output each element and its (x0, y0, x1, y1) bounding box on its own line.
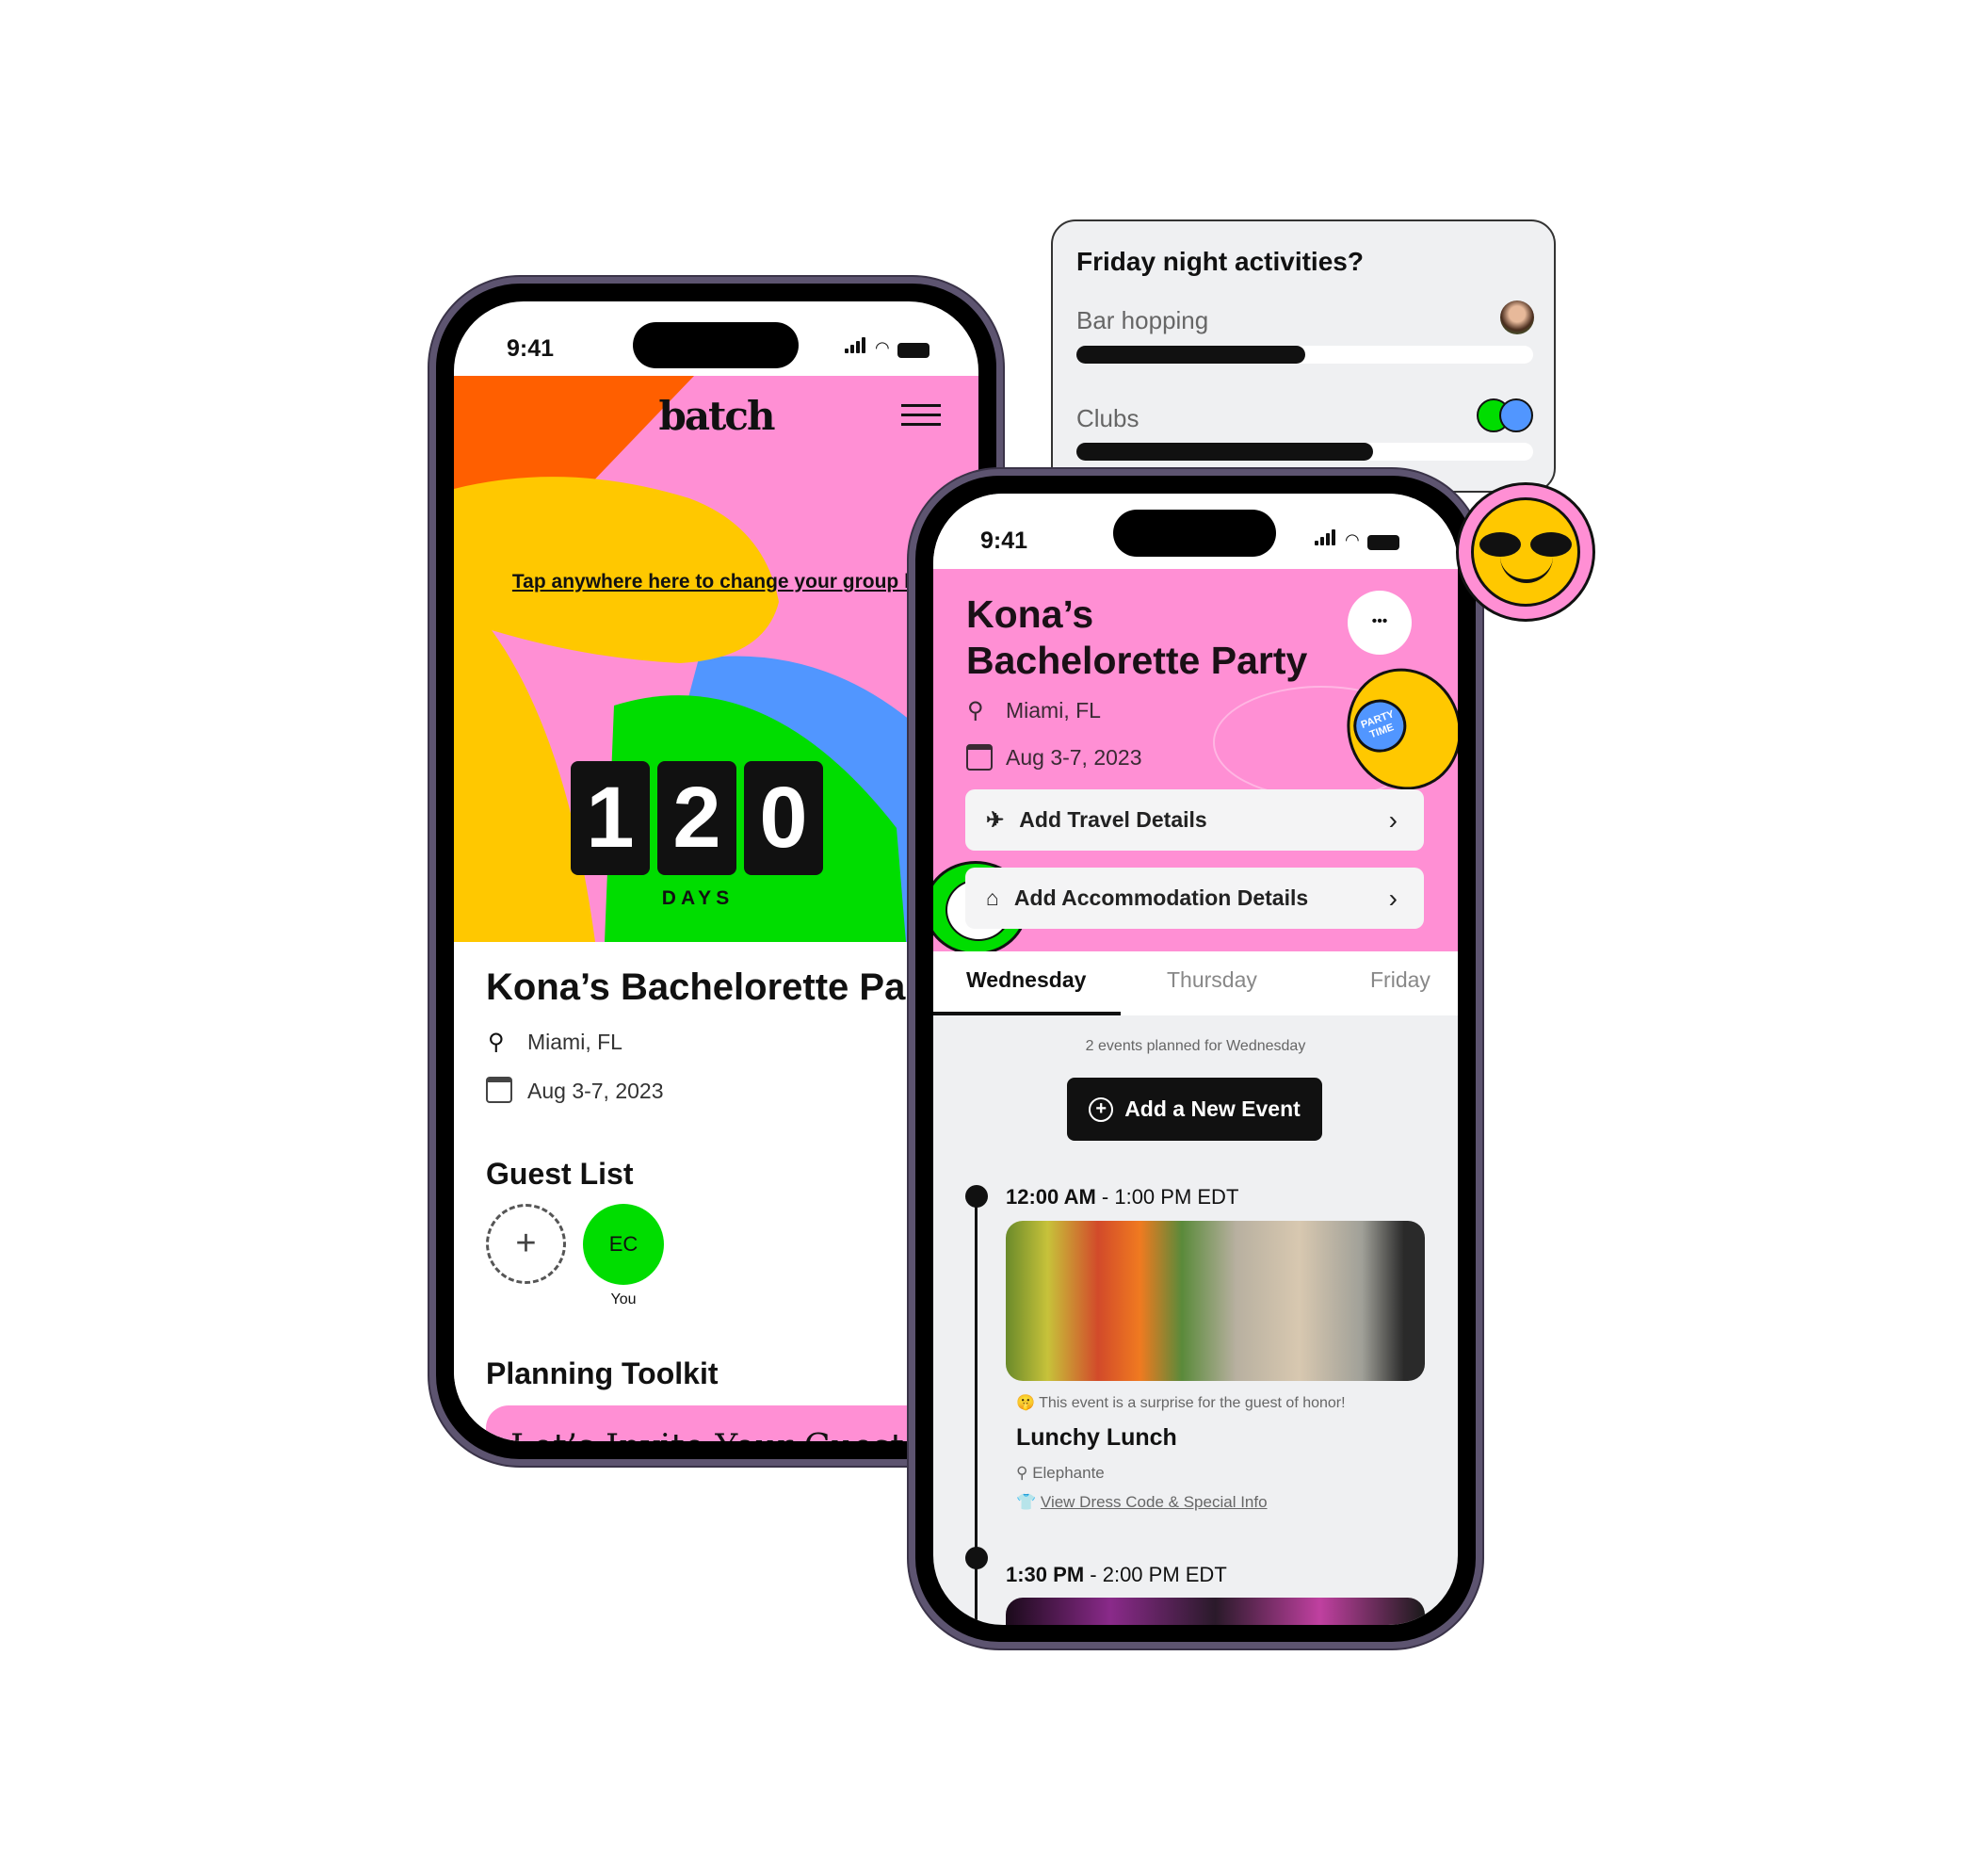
add-guest-button[interactable]: + (486, 1204, 566, 1284)
trip-title: Kona’s Bachelorette Party (966, 593, 1308, 682)
status-icons: ◠ (845, 337, 929, 358)
battery-icon (897, 343, 929, 358)
event-time: 12:00 AM - 1:00 PM EDT (1006, 1185, 1239, 1209)
poll-option-label[interactable]: Clubs (1076, 404, 1139, 433)
status-icons: ◠ (1315, 529, 1399, 550)
add-accommodation-details-label: Add Accommodation Details (1013, 885, 1309, 910)
voter-avatar (1500, 300, 1534, 334)
countdown-digit: 1 (571, 761, 650, 875)
tab-thursday[interactable]: Thursday (1167, 967, 1257, 993)
trip-dates: Aug 3-7, 2023 (527, 1079, 664, 1103)
add-new-event-button[interactable]: + Add a New Event (1067, 1078, 1322, 1141)
wifi-icon: ◠ (875, 338, 890, 357)
planning-toolkit-heading: Planning Toolkit (486, 1356, 719, 1390)
poll-bar-fill (1076, 443, 1374, 461)
shirt-icon: 👕 (1016, 1493, 1037, 1511)
battery-icon (1366, 535, 1399, 550)
calendar-icon (486, 1077, 512, 1103)
trip-dates: Aug 3-7, 2023 (1006, 745, 1142, 770)
more-options-button[interactable]: ••• (1348, 591, 1412, 655)
signal-icon (845, 337, 867, 358)
batch-logo[interactable]: batch (454, 393, 978, 439)
dynamic-island (633, 322, 799, 368)
add-travel-details-label: Add Travel Details (1019, 807, 1207, 832)
dynamic-island (1113, 510, 1276, 557)
timeline-dot (965, 1185, 988, 1208)
countdown: 1 2 0 (571, 761, 825, 875)
add-new-event-label: Add a New Event (1124, 1096, 1301, 1121)
status-time: 9:41 (507, 335, 555, 362)
events-summary: 2 events planned for Wednesday (1085, 1038, 1306, 1054)
tab-wednesday[interactable]: Wednesday (966, 967, 1086, 993)
plus-circle-icon: + (1089, 1096, 1114, 1122)
countdown-digit: 0 (744, 761, 823, 875)
poll-question: Friday night activities? (1076, 247, 1364, 276)
chevron-right-icon: › (1388, 804, 1398, 835)
trip-summary-card: Kona’s Bachelorette Party ⚲ Miami, FL Au… (454, 942, 978, 1441)
poll-bar-clubs[interactable] (1076, 443, 1533, 461)
chevron-right-icon: › (1388, 883, 1398, 913)
phone-screen: 9:41 ◠ Kona’s Bachelorette Party ••• PAR… (933, 494, 1458, 1625)
add-accommodation-details-button[interactable]: ⌂ Add Accommodation Details › (965, 868, 1424, 929)
dress-code-link[interactable]: View Dress Code & Special Info (1041, 1493, 1268, 1511)
event-photo-market[interactable] (1006, 1221, 1425, 1381)
timeline-dot (965, 1547, 988, 1569)
change-header-photo-link[interactable]: Tap anywhere here to change your group h… (492, 569, 978, 594)
location-pin-icon: ⚲ (1016, 1464, 1028, 1482)
header-photo[interactable]: batch Tap anywhere here to change your g… (454, 376, 978, 942)
event-photo-club[interactable] (1006, 1598, 1425, 1625)
invite-guests-card[interactable]: Let’s Invite Your Guests (486, 1405, 978, 1441)
guest-label: You (610, 1291, 637, 1307)
active-tab-indicator (933, 1012, 1121, 1015)
countdown-digit: 2 (657, 761, 736, 875)
poll-card: Friday night activities? Bar hopping Clu… (1051, 219, 1556, 493)
countdown-unit: DAYS (661, 887, 735, 909)
phone-itinerary-screen: 9:41 ◠ Kona’s Bachelorette Party ••• PAR… (909, 469, 1482, 1648)
trip-title: Kona’s Bachelorette Party (486, 966, 954, 1008)
airplane-icon: ✈ (986, 807, 1005, 832)
guest-list-heading: Guest List (486, 1157, 634, 1191)
event-venue: ⚲ Elephante (1016, 1464, 1105, 1482)
dress-code-row: 👕 View Dress Code & Special Info (1016, 1493, 1268, 1512)
wifi-icon: ◠ (1345, 530, 1360, 549)
hamburger-menu-icon[interactable] (901, 404, 941, 426)
poll-option-label[interactable]: Bar hopping (1076, 306, 1208, 335)
guest-avatar[interactable]: EC (583, 1204, 664, 1285)
status-time: 9:41 (980, 528, 1028, 554)
trip-header: Kona’s Bachelorette Party ••• PARTY TIME… (933, 569, 1458, 951)
signal-icon (1315, 529, 1337, 550)
voter-avatar-blue (1499, 398, 1533, 432)
event-time: 1:30 PM - 2:00 PM EDT (1006, 1563, 1227, 1586)
phone-screen: 9:41 ◠ batch Tap anywhere here to change… (454, 301, 978, 1441)
add-travel-details-button[interactable]: ✈ Add Travel Details › (965, 789, 1424, 851)
house-icon: ⌂ (986, 885, 999, 910)
calendar-icon (966, 744, 993, 771)
trip-location: Miami, FL (1006, 698, 1101, 723)
tab-friday[interactable]: Friday (1370, 967, 1430, 993)
invite-guests-card-title: Let’s Invite Your Guests (486, 1405, 978, 1441)
poll-bar-bar-hopping[interactable] (1076, 346, 1533, 364)
sunglasses-smiley-sticker (1456, 482, 1595, 622)
shushing-face-icon: 🤫 (1016, 1395, 1035, 1411)
event-name[interactable]: Lunchy Lunch (1016, 1424, 1177, 1452)
poll-bar-fill (1076, 346, 1305, 364)
location-pin-icon: ⚲ (967, 698, 984, 723)
location-pin-icon: ⚲ (488, 1030, 505, 1055)
trip-location: Miami, FL (527, 1030, 622, 1054)
surprise-note: 🤫 This event is a surprise for the guest… (1016, 1395, 1346, 1411)
